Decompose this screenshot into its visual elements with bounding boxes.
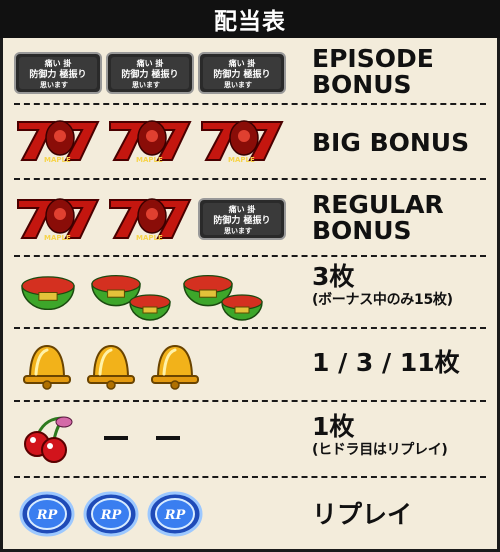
payout-label: 3枚 (ボーナス中のみ15枚) [312,262,453,309]
svg-text:防御力 極振り: 防御力 極振り [213,214,270,226]
red-seven-icon: MAPLE [109,120,192,164]
svg-text:RP: RP [164,508,187,523]
svg-text:MAPLE: MAPLE [228,156,255,164]
svg-text:MAPLE: MAPLE [136,156,163,164]
svg-text:RP: RP [36,508,59,523]
svg-text:防御力 極振り: 防御力 極振り [121,68,178,80]
replay-icon: RP [83,491,139,537]
svg-text:思います: 思います [40,80,68,89]
svg-text:防御力 極振り: 防御力 極振り [213,68,270,80]
text-block-icon: 痛い 掛防御力 極振り思います [198,52,286,94]
red-seven-icon: MAPLE [17,198,100,242]
payout-label: 1 / 3 / 11枚 [312,348,460,377]
svg-text:思います: 思います [132,80,160,89]
svg-text:思います: 思います [224,226,252,235]
payout-label: リプレイ [312,500,413,529]
replay-icon: RP [19,491,75,537]
svg-text:痛い 掛: 痛い 掛 [44,58,73,68]
text-block-icon: 痛い 掛防御力 極振り思います [14,52,102,94]
red-seven-icon: MAPLE [17,120,100,164]
blank-symbol-dash [104,436,128,440]
svg-text:思います: 思います [224,80,252,89]
bell-icon [87,344,135,390]
blank-symbol-dash [156,436,180,440]
payout-label: 1枚 (ヒドラ目はリプレイ) [312,412,448,459]
svg-text:MAPLE: MAPLE [44,156,71,164]
payout-label: REGULAR BONUS [312,190,444,246]
red-seven-icon: MAPLE [109,198,192,242]
text-block-icon: 痛い 掛防御力 極振り思います [106,52,194,94]
row-separator [14,178,486,180]
svg-text:痛い 掛: 痛い 掛 [228,204,257,214]
watermelon-icon [21,276,75,310]
svg-text:痛い 掛: 痛い 掛 [228,58,257,68]
row-separator [14,103,486,105]
svg-text:防御力 極振り: 防御力 極振り [29,68,86,80]
row-separator [14,476,486,478]
red-seven-icon: MAPLE [201,120,284,164]
svg-text:痛い 掛: 痛い 掛 [136,58,165,68]
bell-icon [151,344,199,390]
row-separator [14,327,486,329]
bell-icon [23,344,71,390]
svg-text:RP: RP [100,508,123,523]
watermelon-icon [183,275,263,321]
row-separator [14,400,486,402]
page-title: 配当表 [0,0,500,38]
svg-text:MAPLE: MAPLE [44,234,71,242]
svg-text:MAPLE: MAPLE [136,234,163,242]
row-separator [14,255,486,257]
payout-label: EPISODE BONUS [312,44,434,100]
cherry-icon [24,416,73,463]
text-block-icon: 痛い 掛防御力 極振り思います [198,198,286,240]
watermelon-icon [91,275,171,321]
payout-label: BIG BONUS [312,128,470,157]
replay-icon: RP [147,491,203,537]
